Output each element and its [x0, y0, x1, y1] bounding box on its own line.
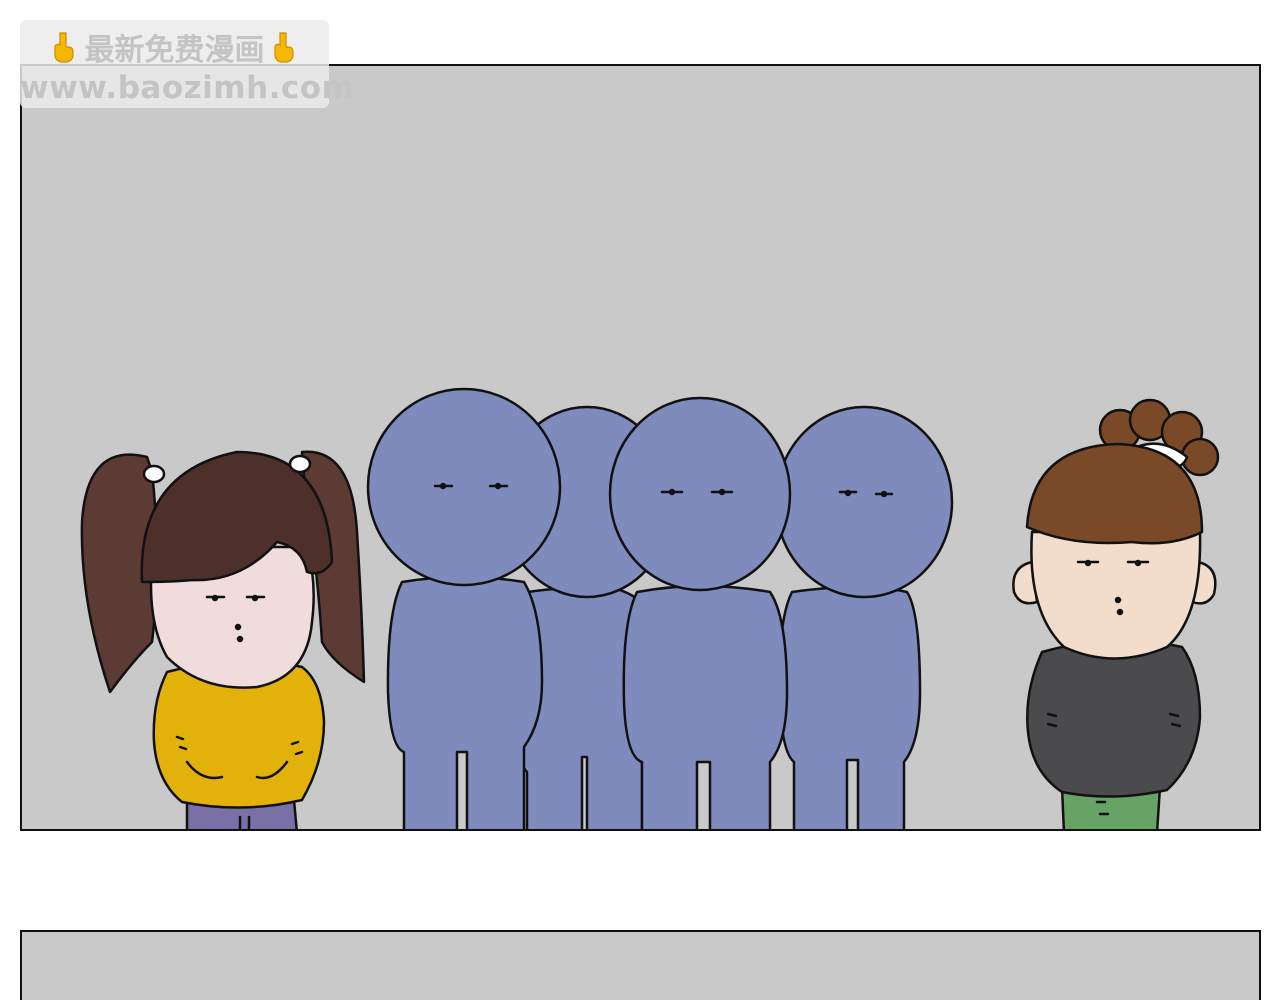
comic-panel-2 [20, 930, 1261, 1000]
pointing-down-hand-icon [273, 32, 294, 63]
watermark-title-row: 最新免费漫画 [20, 28, 329, 68]
crowd-figure [774, 405, 954, 829]
panel-1-illustration [80, 387, 1220, 829]
watermark-url: www.baozimh.com [20, 70, 355, 106]
pointing-down-hand-icon [53, 32, 74, 63]
girl-with-pigtails [80, 450, 366, 829]
comic-page: 最新免费漫画 www.baozimh.com [0, 0, 1280, 1000]
watermark-title: 最新免费漫画 [84, 33, 265, 68]
blue-crowd [366, 387, 954, 829]
boy-with-bun [1012, 398, 1220, 829]
watermark-badge: 最新免费漫画 www.baozimh.com [20, 20, 355, 108]
comic-panel-1 [20, 64, 1261, 831]
